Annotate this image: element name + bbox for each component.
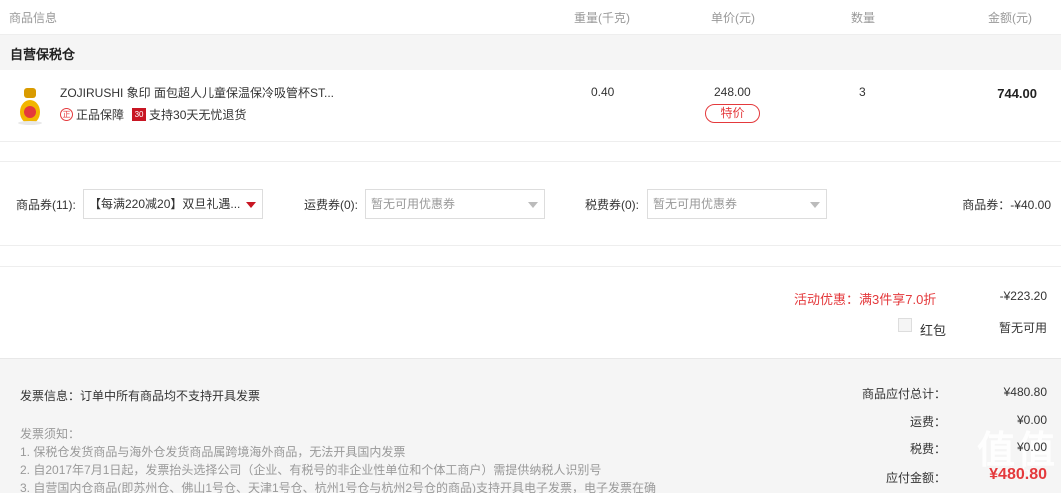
product-thumbnail-icon[interactable] bbox=[12, 82, 48, 126]
col-weight-header: 重量(千克) bbox=[574, 11, 630, 25]
warehouse-header: 自营保税仓 bbox=[0, 34, 1061, 70]
tax-coupon-placeholder: 暂无可用优惠券 bbox=[653, 197, 738, 211]
col-amount-header: 金额(元) bbox=[988, 11, 1032, 25]
shipping-fee-value: ¥0.00 bbox=[1016, 413, 1047, 427]
tax-coupon-select[interactable]: 暂无可用优惠券 bbox=[647, 189, 827, 219]
hongbao-label: 红包 bbox=[920, 323, 947, 338]
chevron-down-icon bbox=[810, 202, 820, 208]
product-quantity: 3 bbox=[859, 85, 866, 99]
chevron-down-icon bbox=[246, 202, 256, 208]
genuine-guarantee-label: 正品保障 bbox=[76, 108, 125, 122]
goods-coupon-select[interactable]: 【每满220减20】双旦礼遇... bbox=[83, 189, 263, 219]
cart-table-header: 商品信息 重量(千克) 单价(元) 数量 金额(元) bbox=[0, 0, 1061, 34]
tax-coupon-label: 税费券(0): bbox=[585, 198, 640, 212]
tax-fee-value: ¥0.00 bbox=[1016, 440, 1047, 454]
subtotal-value: ¥480.80 bbox=[1003, 385, 1047, 399]
hongbao-checkbox[interactable] bbox=[898, 318, 912, 332]
goods-coupon-selected: 【每满220减20】双旦礼遇... bbox=[89, 197, 241, 211]
subtotal-label: 商品应付总计： bbox=[861, 387, 946, 401]
invoice-notes: 发票须知： 1. 保税仓发货商品与海外仓发货商品属跨境海外商品，无法开具国内发票… bbox=[20, 425, 656, 493]
tax-fee-label: 税费： bbox=[909, 442, 946, 456]
activity-section: 活动优惠：满3件享7.0折 -¥223.20 红包 暂无可用 bbox=[0, 266, 1061, 358]
product-name-link[interactable]: ZOJIRUSHI 象印 面包超人儿童保温保冷吸管杯ST... bbox=[60, 84, 334, 101]
return-30days-icon: 30 bbox=[132, 108, 147, 121]
col-qty-header: 数量 bbox=[851, 11, 876, 25]
total-value: ¥480.80 bbox=[989, 466, 1047, 483]
invoice-notes-title: 发票须知： bbox=[20, 427, 81, 441]
product-tags: 正 正品保障 30 支持30天无忧退货 bbox=[60, 106, 246, 123]
invoice-note: 2. 自2017年7月1日起，发票抬头选择公司（企业、有税号的非企业性单位和个体… bbox=[20, 463, 602, 477]
coupon-row: 商品券(11): 【每满220减20】双旦礼遇... 运费券(0): 暂无可用优… bbox=[0, 161, 1061, 246]
col-product-header: 商品信息 bbox=[9, 11, 58, 25]
goods-coupon-label: 商品券(11): bbox=[16, 198, 76, 212]
activity-discount-value: -¥223.20 bbox=[999, 289, 1047, 303]
special-price-badge: 特价 bbox=[705, 104, 760, 123]
total-label: 应付金额： bbox=[885, 471, 946, 485]
warehouse-name: 自营保税仓 bbox=[10, 47, 76, 62]
product-weight: 0.40 bbox=[591, 85, 615, 99]
activity-discount-label: 活动优惠：满3件享7.0折 bbox=[794, 292, 937, 307]
product-price: 248.00 bbox=[714, 85, 751, 99]
order-footer: 发票信息：订单中所有商品均不支持开具发票 发票须知： 1. 保税仓发货商品与海外… bbox=[0, 358, 1061, 493]
invoice-note: 3. 自营国内仓商品(即苏州仓、佛山1号仓、天津1号仓、杭州1号仓与杭州2号仓的… bbox=[20, 481, 657, 493]
shipping-coupon-label: 运费券(0): bbox=[304, 198, 359, 212]
genuine-guarantee-icon: 正 bbox=[60, 108, 73, 121]
shipping-fee-label: 运费： bbox=[909, 415, 946, 429]
shipping-coupon-placeholder: 暂无可用优惠券 bbox=[371, 197, 456, 211]
product-row: ZOJIRUSHI 象印 面包超人儿童保温保冷吸管杯ST... 正 正品保障 3… bbox=[0, 70, 1061, 142]
hongbao-value: 暂无可用 bbox=[998, 321, 1047, 335]
shipping-coupon-select[interactable]: 暂无可用优惠券 bbox=[365, 189, 545, 219]
col-price-header: 单价(元) bbox=[711, 11, 755, 25]
coupon-discount: 商品券：-¥40.00 bbox=[962, 198, 1051, 212]
product-amount: 744.00 bbox=[997, 86, 1037, 101]
invoice-info: 发票信息：订单中所有商品均不支持开具发票 bbox=[20, 389, 261, 403]
chevron-down-icon bbox=[528, 202, 538, 208]
return-policy-label: 支持30天无忧退货 bbox=[149, 108, 247, 122]
invoice-note: 1. 保税仓发货商品与海外仓发货商品属跨境海外商品，无法开具国内发票 bbox=[20, 445, 406, 459]
